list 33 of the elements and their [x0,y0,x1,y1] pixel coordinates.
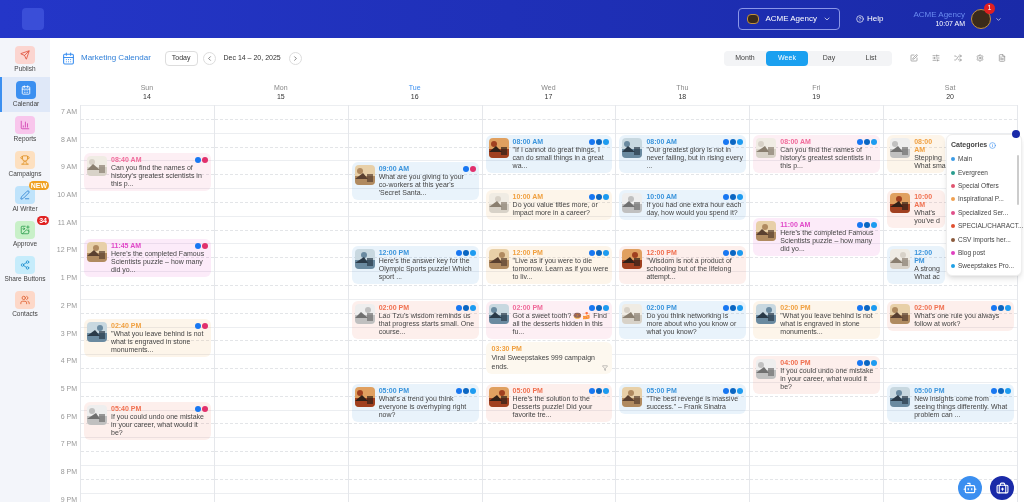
sliders-icon[interactable] [932,54,940,62]
avatar[interactable] [971,9,991,29]
users-icon [15,291,35,309]
chevron-right-icon [291,54,299,62]
settings-icon[interactable] [976,54,984,62]
send-icon [15,46,35,64]
chevron-left-icon [205,54,213,62]
robot-icon [963,481,977,495]
image-icon [15,221,35,239]
calendar-icon [16,81,36,99]
agency-dropdown[interactable]: ACME Agency [738,8,840,30]
shuffle-icon[interactable] [954,54,962,62]
calendar-icon [62,51,75,65]
info-icon[interactable] [989,141,997,149]
document-icon[interactable] [998,54,1006,62]
caret-icon [822,15,831,23]
edit-icon[interactable] [910,54,918,62]
kit-icon [995,481,1009,495]
agency-logo-icon [747,14,760,24]
filter-icon[interactable] [602,365,609,372]
calendar-title: Marketing Calendar [81,52,151,64]
trophy-icon [15,151,35,169]
scrollbar[interactable] [1017,155,1019,205]
account-name: ACME Agency [913,10,965,20]
help-kit-button[interactable] [990,476,1014,500]
caret-icon[interactable] [995,15,1002,23]
help-icon [855,15,864,23]
logo-placeholder[interactable] [22,8,44,30]
pen-icon [15,186,35,204]
assistant-button[interactable] [958,476,982,500]
help-button[interactable]: Help [855,13,884,25]
share-icon [15,256,35,274]
chart-icon [15,116,35,134]
